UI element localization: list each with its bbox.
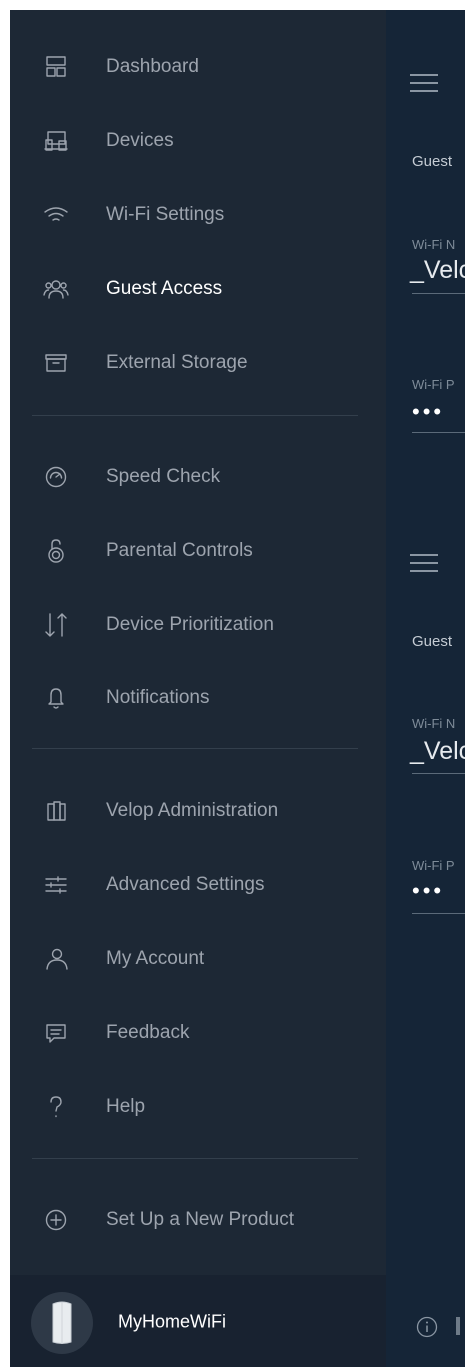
hamburger-menu-icon[interactable]: [410, 554, 438, 574]
nav-item-label: Wi-Fi Settings: [106, 204, 225, 225]
nav-item-label: Guest Access: [106, 278, 223, 299]
nav-item-device-prioritization[interactable]: Device Prioritization: [10, 600, 386, 650]
info-icon[interactable]: [416, 1316, 438, 1338]
guest-section-title: Guest: [412, 153, 453, 170]
nav-item-dashboard[interactable]: Dashboard: [10, 42, 386, 92]
nav-item-label: Parental Controls: [106, 540, 253, 561]
wifi-password-value[interactable]: •••: [412, 878, 444, 904]
nav-divider: [32, 1158, 358, 1159]
nav-item-label: Help: [106, 1096, 146, 1117]
nav-item-label: Dashboard: [106, 56, 199, 77]
guest-users-icon: [42, 275, 70, 303]
wifi-name-label: Wi-Fi N: [412, 716, 456, 731]
nav-divider: [32, 415, 358, 416]
devices-icon: [42, 127, 70, 155]
nav-item-external-storage[interactable]: External Storage: [10, 338, 386, 388]
nav-item-notifications[interactable]: Notifications: [10, 673, 386, 723]
storage-drive-icon: [42, 349, 70, 377]
nav-item-velop-administration[interactable]: Velop Administration: [10, 786, 386, 836]
plus-circle-icon: [42, 1206, 70, 1234]
wifi-name-label: Wi-Fi N: [412, 237, 456, 252]
sliders-icon: [42, 871, 70, 899]
hamburger-menu-icon[interactable]: [410, 74, 438, 94]
nav-item-wifi-settings[interactable]: Wi-Fi Settings: [10, 190, 386, 240]
wifi-password-underline: [412, 432, 465, 433]
question-mark-icon: [42, 1093, 70, 1121]
nav-item-label: Velop Administration: [106, 800, 279, 821]
nav-item-speed-check[interactable]: Speed Check: [10, 452, 386, 502]
nav-item-guest-access[interactable]: Guest Access: [10, 264, 386, 314]
nav-item-parental-controls[interactable]: Parental Controls: [10, 526, 386, 576]
velop-node-icon: [31, 1292, 93, 1354]
nav-item-label: Set Up a New Product: [106, 1209, 294, 1230]
guest-section-title: Guest: [412, 633, 453, 650]
nav-item-label: My Account: [106, 948, 205, 969]
info-text-fragment: [456, 1317, 460, 1335]
bell-icon: [42, 684, 70, 712]
velop-nodes-icon: [42, 797, 70, 825]
nav-item-set-up-new-product[interactable]: Set Up a New Product: [10, 1195, 386, 1245]
wifi-name-value[interactable]: _Velc: [410, 256, 465, 285]
network-name: MyHomeWiFi: [118, 1311, 226, 1332]
nav-item-label: Device Prioritization: [106, 614, 274, 635]
nav-item-label: Notifications: [106, 687, 210, 708]
wifi-password-value[interactable]: •••: [412, 399, 444, 425]
wifi-name-underline: [412, 293, 465, 294]
chat-bubble-icon: [42, 1019, 70, 1047]
navigation-drawer: Dashboard Devices Wi-Fi Settings Guest Acce…: [10, 10, 386, 1367]
nav-item-help[interactable]: Help: [10, 1082, 386, 1132]
app-window: Guest Wi-Fi N _Velc Wi-Fi P ••• Guest Wi…: [10, 10, 465, 1367]
nav-item-label: Feedback: [106, 1022, 190, 1043]
wifi-name-value[interactable]: _Velc: [410, 737, 465, 766]
nav-item-label: Advanced Settings: [106, 874, 265, 895]
user-icon: [42, 945, 70, 973]
wifi-name-underline: [412, 773, 465, 774]
wifi-password-label: Wi-Fi P: [412, 377, 455, 392]
nav-item-my-account[interactable]: My Account: [10, 934, 386, 984]
nav-item-label: Devices: [106, 130, 174, 151]
priority-arrows-icon: [42, 611, 70, 639]
wifi-password-underline: [412, 913, 465, 914]
nav-item-advanced-settings[interactable]: Advanced Settings: [10, 860, 386, 910]
nav-item-feedback[interactable]: Feedback: [10, 1008, 386, 1058]
speedometer-icon: [42, 463, 70, 491]
nav-divider: [32, 748, 358, 749]
nav-item-devices[interactable]: Devices: [10, 116, 386, 166]
nav-item-label: Speed Check: [106, 466, 221, 487]
dashboard-icon: [42, 53, 70, 81]
nav-item-label: External Storage: [106, 352, 248, 373]
padlock-icon: [42, 537, 70, 565]
wifi-icon: [42, 201, 70, 229]
network-footer[interactable]: MyHomeWiFi: [10, 1275, 386, 1367]
wifi-password-label: Wi-Fi P: [412, 858, 455, 873]
